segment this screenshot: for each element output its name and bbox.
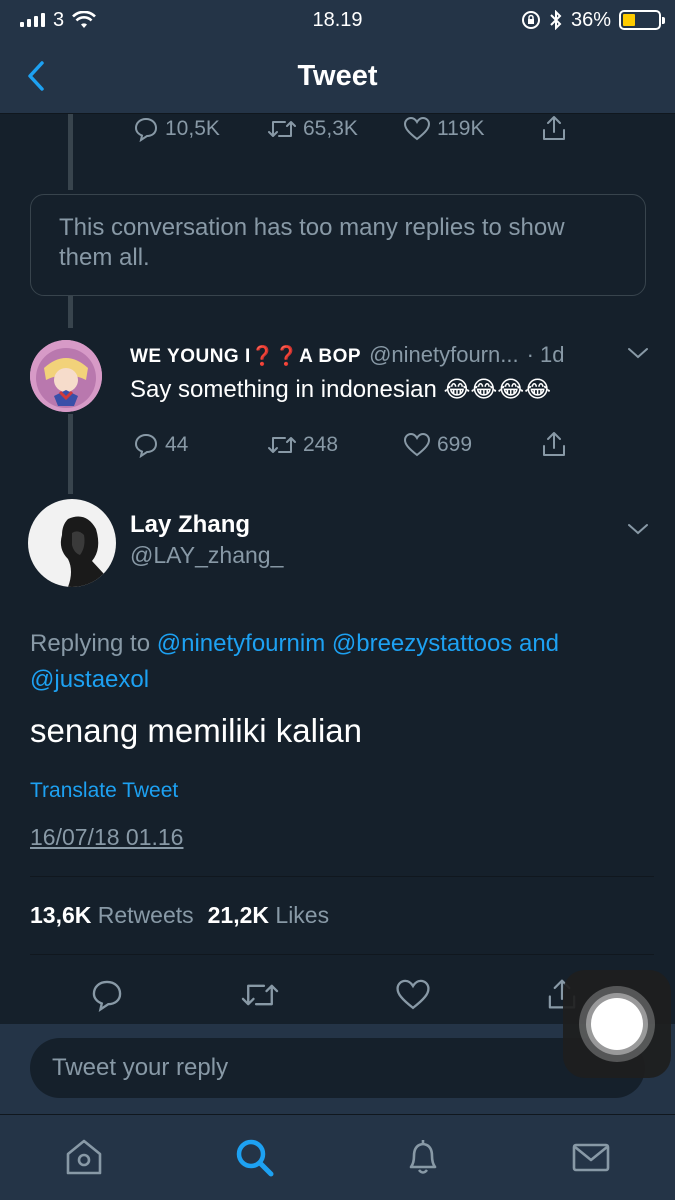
rotation-lock-icon — [521, 11, 540, 29]
author-display-name[interactable]: Lay Zhang — [130, 511, 250, 539]
reply-icon — [134, 117, 158, 142]
retweet-action[interactable]: 65,3K — [267, 116, 358, 142]
status-bar: 3 18.19 36% — [0, 0, 675, 40]
share-icon — [543, 432, 565, 456]
wifi-icon — [72, 11, 97, 28]
reply-action[interactable]: 44 — [133, 432, 188, 458]
thread-line — [68, 296, 73, 328]
heart-icon — [403, 116, 431, 141]
retweet-action[interactable]: 248 — [267, 432, 338, 458]
reply-display-name[interactable]: WE YOUNG I❓❓A BOP — [130, 344, 361, 368]
tweet-stats: 13,6K Retweets 21,2K Likes — [30, 902, 329, 929]
navigation-bar: Tweet — [0, 40, 675, 114]
tab-bar — [0, 1114, 675, 1200]
chevron-down-icon[interactable] — [626, 522, 650, 536]
heart-icon — [396, 979, 430, 1010]
avatar[interactable] — [30, 340, 102, 412]
thread-line — [68, 414, 73, 494]
page-title: Tweet — [297, 60, 378, 92]
tab-notifications[interactable] — [401, 1135, 445, 1179]
thread-line — [68, 114, 73, 190]
retweets-label: Retweets — [97, 902, 194, 928]
share-action[interactable] — [540, 430, 568, 458]
tweet-thread: 10,5K 65,3K 119K This conversation has t… — [0, 114, 675, 1024]
tweet-text: senang memiliki kalian — [30, 712, 362, 749]
retweets-stat[interactable]: 13,6K Retweets — [30, 902, 194, 929]
tab-home[interactable] — [62, 1135, 106, 1179]
reply-text-body: Say something in indonesian — [130, 376, 437, 403]
search-icon — [236, 1139, 274, 1177]
like-count: 699 — [437, 433, 473, 456]
likes-label: Likes — [275, 902, 330, 928]
status-right: 36% — [521, 8, 665, 32]
heart-icon — [403, 432, 431, 457]
like-action[interactable]: 119K — [403, 116, 485, 142]
retweet-icon — [268, 121, 296, 137]
reply-handle[interactable]: @ninetyfourn... — [369, 342, 519, 368]
avatar[interactable] — [28, 499, 116, 587]
signal-strength-icon — [20, 13, 45, 27]
battery-icon — [619, 10, 665, 30]
like-action[interactable]: 699 — [403, 432, 472, 458]
like-button[interactable] — [395, 978, 431, 1012]
retweet-total: 13,6K — [30, 902, 92, 928]
share-icon — [543, 116, 565, 140]
author-handle[interactable]: @LAY_zhang_ — [130, 542, 283, 569]
reply-button[interactable] — [90, 978, 124, 1012]
notifications-icon — [409, 1140, 437, 1174]
like-total: 21,2K — [207, 902, 270, 928]
retweet-count: 65,3K — [303, 117, 358, 140]
likes-stat[interactable]: 21,2K Likes — [208, 902, 329, 929]
retweet-icon — [241, 984, 279, 1006]
reply-count: 44 — [165, 433, 189, 456]
reply-count: 10,5K — [165, 117, 220, 140]
reply-emojis: 😂😂😂😂 — [443, 376, 552, 402]
translate-tweet-link[interactable]: Translate Tweet — [30, 779, 178, 803]
tab-search[interactable] — [232, 1135, 276, 1179]
reply-icon — [92, 980, 122, 1012]
mention-link[interactable]: @breezystattoos — [332, 630, 512, 657]
retweet-icon — [268, 437, 296, 453]
reply-text: Say something in indonesian 😂😂😂😂 — [130, 376, 551, 404]
replying-to: Replying to @ninetyfournim @breezystatto… — [30, 626, 640, 698]
avatar-image — [30, 340, 102, 412]
messages-icon — [572, 1143, 610, 1172]
assistive-touch-ring — [586, 993, 648, 1055]
battery-fill — [623, 14, 636, 26]
assistive-touch-ring — [579, 986, 655, 1062]
mention-link[interactable]: @ninetyfournim — [157, 630, 325, 657]
tab-messages[interactable] — [569, 1135, 613, 1179]
chevron-down-icon[interactable] — [626, 346, 650, 360]
reply-action[interactable]: 10,5K — [133, 116, 220, 142]
carrier-label: 3 — [53, 8, 65, 31]
like-count: 119K — [437, 117, 485, 140]
replying-prefix: Replying to — [30, 630, 157, 657]
assistive-touch-button[interactable] — [563, 970, 671, 1078]
divider — [30, 876, 654, 877]
retweet-count: 248 — [303, 433, 339, 456]
reply-header: WE YOUNG I❓❓A BOP @ninetyfourn... · 1d — [130, 342, 565, 368]
divider — [30, 954, 654, 955]
reply-time: · 1d — [526, 342, 565, 367]
reply-icon — [134, 433, 158, 458]
battery-percentage: 36% — [570, 8, 611, 31]
tweet-timestamp[interactable]: 16/07/18 01.16 — [30, 824, 183, 851]
share-action[interactable] — [540, 114, 568, 142]
reply-input[interactable] — [30, 1038, 645, 1098]
assistive-touch-center — [591, 998, 643, 1050]
avatar-image — [28, 499, 116, 587]
mention-and[interactable]: and — [519, 630, 559, 657]
bluetooth-icon — [550, 10, 562, 30]
conversation-notice[interactable]: This conversation has too many replies t… — [30, 194, 646, 296]
retweet-button[interactable] — [240, 978, 280, 1012]
status-left: 3 — [20, 8, 97, 32]
home-icon — [66, 1139, 102, 1175]
mention-link[interactable]: @justaexol — [30, 666, 149, 693]
